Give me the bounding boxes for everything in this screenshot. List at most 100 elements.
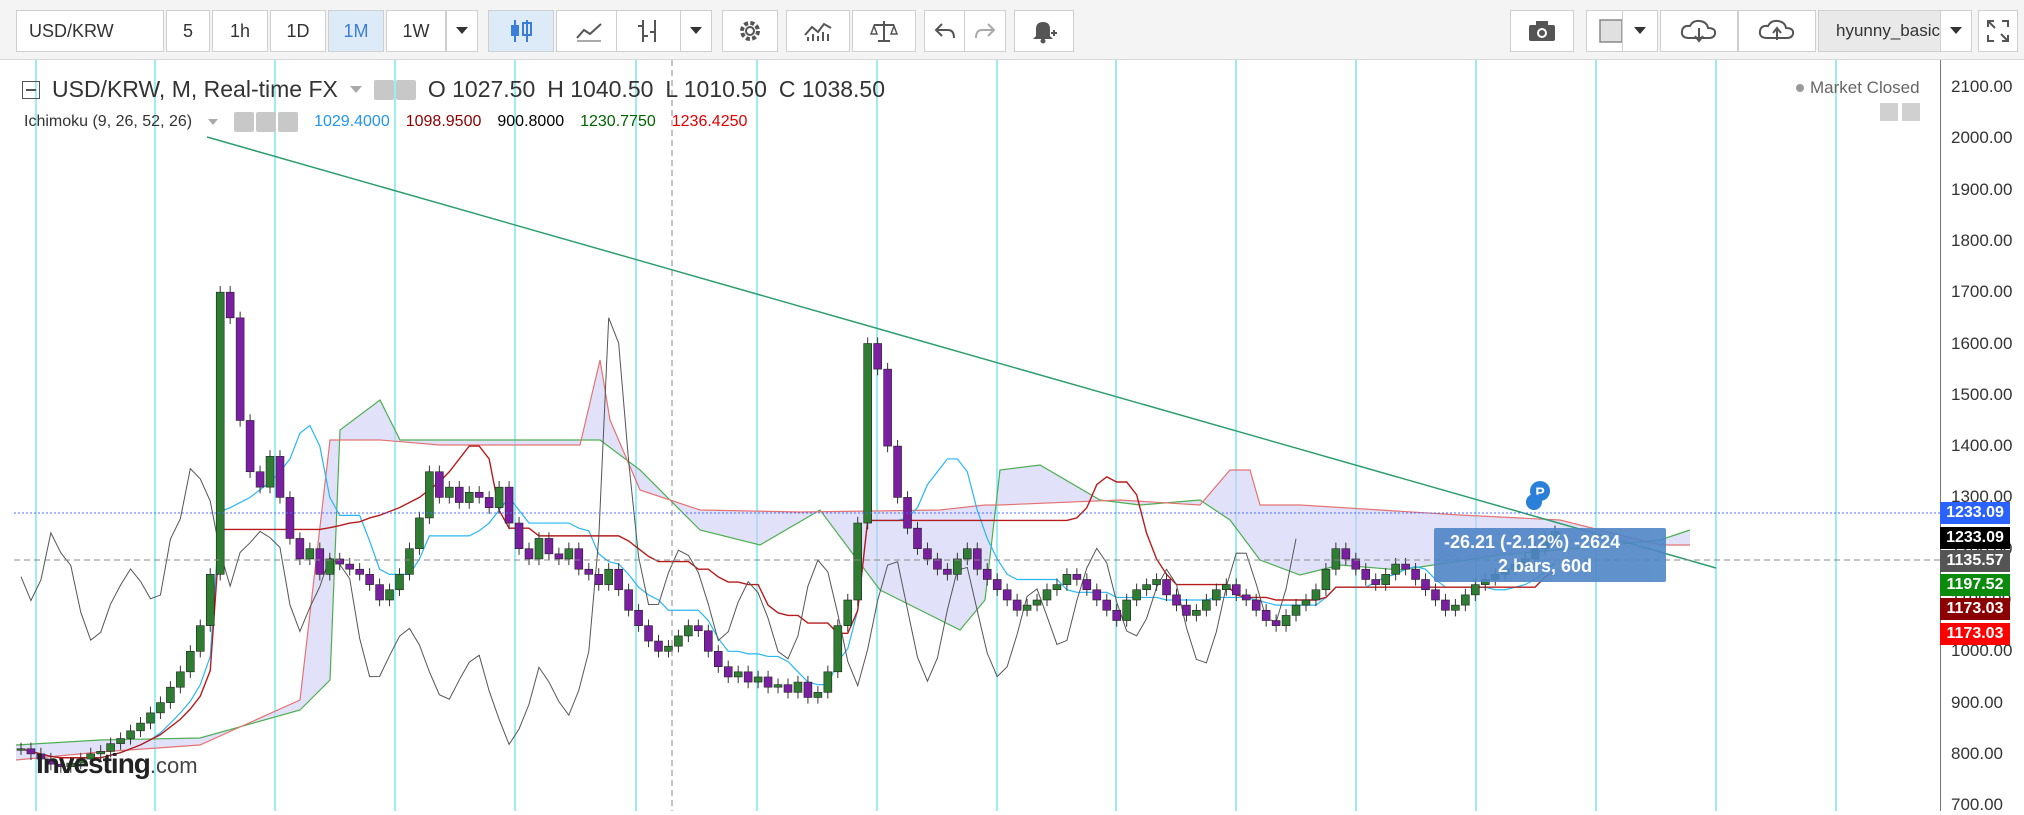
chart-type-dropdown-button[interactable]	[680, 10, 712, 52]
order-marker[interactable]	[1526, 494, 1542, 510]
ichimoku-lagging-value: 900.8000	[497, 113, 565, 130]
candle-body	[843, 599, 853, 626]
candle-body	[215, 291, 225, 575]
candle-body	[634, 609, 643, 626]
color-dropdown-button[interactable]	[1622, 10, 1658, 52]
candle-body	[524, 548, 534, 560]
scroll-controls[interactable]	[1880, 103, 1920, 121]
line-chart-button[interactable]	[556, 10, 622, 52]
layout-dropdown-button[interactable]	[1940, 10, 1972, 52]
undo-button[interactable]	[924, 10, 966, 52]
candle-body	[196, 625, 205, 652]
candle-body	[1331, 548, 1341, 570]
bars-chart-button[interactable]	[616, 10, 682, 52]
candle-body	[624, 589, 633, 611]
interval-1m-button[interactable]: 1M	[328, 10, 384, 52]
candle-body	[375, 584, 384, 601]
candle-body	[1142, 584, 1151, 591]
interval-1w-button[interactable]: 1W	[386, 10, 446, 52]
candle-body	[1202, 599, 1211, 611]
collapse-legend-icon[interactable]	[22, 80, 40, 99]
symbol-legend: USD/KRW, M, Real-time FX O 1027.50 H 104…	[22, 76, 885, 103]
price-tag: 1135.57	[1940, 550, 2010, 572]
price-tick-label: 900.00	[1951, 692, 2003, 712]
gear-icon[interactable]	[256, 112, 277, 132]
indicator-actions[interactable]	[234, 112, 299, 132]
chevron-down-icon	[1634, 27, 1646, 34]
candle-body	[1231, 584, 1241, 596]
candle-body	[684, 625, 693, 637]
snapshot-button[interactable]	[1510, 10, 1574, 52]
price-tick-label: 1900.00	[1951, 179, 2013, 199]
candle-body	[853, 522, 863, 601]
candle-body	[803, 681, 813, 698]
candle-body	[1261, 609, 1271, 621]
candle-body	[1321, 568, 1331, 591]
candle-body	[823, 671, 833, 693]
candle-body	[1401, 563, 1410, 570]
price-tick-label: 1600.00	[1951, 333, 2013, 353]
candle-body	[1222, 584, 1231, 591]
interval-5-button[interactable]: 5	[166, 10, 210, 52]
legend-close: C 1038.50	[778, 76, 886, 102]
candles-chart-button[interactable]	[488, 10, 554, 52]
candle-body	[1241, 594, 1251, 601]
chevron-down-icon[interactable]	[349, 85, 362, 94]
candle-body	[1281, 615, 1291, 626]
close-icon[interactable]	[278, 112, 299, 132]
candle-body	[1152, 579, 1161, 585]
candle-body	[484, 497, 494, 508]
candle-body	[1291, 604, 1301, 616]
compare-button[interactable]	[852, 10, 916, 52]
gear-icon	[740, 21, 760, 41]
candle-body	[345, 563, 354, 570]
interval-1d-button[interactable]: 1D	[270, 10, 326, 52]
gear-icon[interactable]	[395, 79, 416, 100]
measure-tool-label[interactable]: -26.21 (-2.12%) -2624 2 bars, 60d	[1434, 528, 1666, 582]
chevron-down-icon[interactable]	[208, 118, 219, 126]
interval-dropdown-button[interactable]	[446, 10, 478, 52]
load-chart-button[interactable]	[1660, 10, 1738, 52]
candle-body	[1072, 574, 1082, 580]
scroll-down-icon[interactable]	[1880, 103, 1898, 121]
candle-body	[1271, 620, 1281, 626]
candle-body	[1341, 548, 1351, 560]
candle-body	[863, 343, 872, 524]
chevron-down-icon	[456, 27, 468, 34]
indicators-button[interactable]	[786, 10, 850, 52]
candle-body	[1112, 609, 1122, 621]
candle-body	[793, 681, 803, 693]
legend-title: USD/KRW, M, Real-time FX	[52, 76, 338, 102]
candle-body	[156, 702, 165, 714]
logo-suffix: .com	[149, 753, 198, 778]
candle-body	[16, 748, 26, 751]
layout-name-button[interactable]: hyunny_basic	[1818, 10, 1958, 52]
symbol-input[interactable]: USD/KRW	[16, 10, 164, 52]
candle-body	[763, 676, 773, 688]
interval-1h-button[interactable]: 1h	[212, 10, 268, 52]
interval-label: 1M	[343, 20, 369, 41]
candlestick-icon	[511, 20, 532, 42]
legend-actions[interactable]	[373, 79, 416, 100]
add-alert-button[interactable]	[1014, 10, 1074, 52]
scroll-both-icon[interactable]	[1902, 103, 1920, 121]
save-chart-button[interactable]	[1738, 10, 1816, 52]
investing-logo: Investing .com	[36, 748, 198, 780]
conversion-line	[20, 424, 1556, 759]
price-chart[interactable]: P	[0, 60, 1940, 811]
ichimoku-lead2-value: 1236.4250	[671, 113, 748, 130]
candle-body	[1441, 599, 1450, 611]
candle-body	[674, 635, 683, 647]
fullscreen-button[interactable]	[1978, 10, 2018, 52]
candle-body	[26, 748, 36, 755]
candle-body	[992, 579, 1002, 591]
interval-label: 1D	[286, 20, 310, 41]
settings-button[interactable]	[722, 10, 778, 52]
eye-icon[interactable]	[373, 79, 394, 100]
eye-icon[interactable]	[234, 112, 255, 132]
chevron-down-icon	[690, 27, 702, 34]
candle-body	[1102, 599, 1112, 611]
redo-button[interactable]	[964, 10, 1006, 52]
candle-body	[1132, 589, 1141, 601]
candle-body	[166, 686, 175, 703]
